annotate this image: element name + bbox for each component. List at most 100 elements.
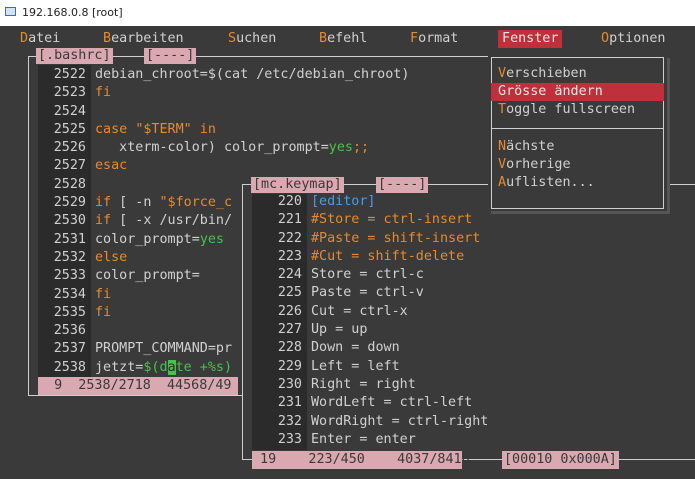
editor-line[interactable]: 2522 debian_chroot=$(cat /etc/debian_chro… <box>38 66 410 84</box>
code-token: #Store = ctrl-insert <box>311 212 473 228</box>
menuitem-label: uflisten... <box>506 175 595 190</box>
menu-hotkey: F <box>410 31 419 46</box>
editor-line[interactable]: 2526 xterm-color) color_prompt=yes;; <box>38 139 409 157</box>
menuitem-hotkey: V <box>498 157 507 172</box>
line-number: 2523 <box>53 85 86 101</box>
menu-bearbeiten[interactable]: Bearbeiten <box>103 30 184 48</box>
code-token: a <box>167 359 176 375</box>
line-number: 223 <box>277 248 302 264</box>
line-number: 228 <box>277 340 302 356</box>
editor-line[interactable]: 2524 <box>38 103 409 121</box>
code-token: [ -n <box>111 195 160 211</box>
code-token: in <box>191 121 216 137</box>
line-number: 2522 <box>53 67 86 82</box>
menu-label: ormat <box>418 31 459 46</box>
line-number: 2525 <box>53 121 86 137</box>
editor-line[interactable]: 227 Up = up <box>252 321 488 339</box>
code-token: color_prompt= <box>95 268 200 284</box>
menu-hotkey: B <box>319 31 328 46</box>
code-token: Cut = ctrl-x <box>311 303 408 319</box>
line-number: 231 <box>277 395 302 411</box>
editor-keymap-status-hex: [00010 0x000A] <box>502 451 619 469</box>
code-token: else <box>95 249 128 265</box>
menu-suchen[interactable]: Suchen <box>228 30 276 48</box>
line-number: 2526 <box>53 140 86 156</box>
code-token: Left = left <box>311 358 400 374</box>
editor-bashrc-filename[interactable]: [.bashrc] <box>36 48 113 64</box>
line-number: 225 <box>277 285 302 301</box>
line-number: 2532 <box>53 249 86 265</box>
code-token: "$force_c <box>159 195 233 211</box>
menu-fenster[interactable]: Fenster <box>498 30 563 48</box>
fenster-dropdown: Verschieben Grösse ändern Toggle fullscr… <box>488 55 667 211</box>
editor-keymap-status: 19 223/450 4037/8416 <box>252 451 470 469</box>
line-number: 232 <box>277 413 302 429</box>
editor-keymap-filename[interactable]: [mc.keymap] <box>251 177 344 193</box>
code-token: fi <box>95 85 112 101</box>
line-number: 229 <box>277 358 302 374</box>
menuitem-auflisten[interactable]: Auflisten... <box>498 174 595 192</box>
line-number: 2528 <box>53 176 86 192</box>
editor-keymap-text[interactable]: 220 [editor] 221 #Store = ctrl-insert 222 #Pa… <box>252 193 489 449</box>
menuitem-verschieben[interactable]: Verschieben <box>498 65 587 83</box>
line-number: 230 <box>277 376 302 392</box>
editor-line[interactable]: 233 Enter = enter <box>252 431 488 449</box>
code-token: Store = ctrl-c <box>311 267 424 283</box>
menubar: Datei Bearbeiten Suchen Befehl Format Fe… <box>0 29 695 48</box>
code-token: fi <box>95 286 112 302</box>
code-token: jetzt= <box>95 359 144 375</box>
line-number: 226 <box>277 303 302 319</box>
editor-line[interactable]: 228 Down = down <box>252 339 488 357</box>
editor-keymap-flags: [----] <box>376 177 429 193</box>
editor-line[interactable]: 220 [editor] <box>252 193 488 211</box>
menuitem-label: rösse ändern <box>506 84 603 99</box>
editor-line[interactable]: 230 Right = right <box>252 376 488 394</box>
menu-datei[interactable]: Datei <box>20 30 60 48</box>
menuitem-label: erschieben <box>506 66 587 81</box>
menuitem-groesse-aendern[interactable]: Grösse ändern <box>491 83 664 101</box>
line-number: 224 <box>277 267 302 283</box>
code-token: Down = down <box>311 340 400 356</box>
editor-line[interactable]: 221 #Store = ctrl-insert <box>252 211 488 229</box>
menuitem-naechste[interactable]: Nächste <box>498 138 554 156</box>
editor-line[interactable]: 222 #Paste = shift-insert <box>252 230 488 248</box>
menu-format[interactable]: Format <box>410 30 458 48</box>
line-number: 2537 <box>53 341 86 357</box>
line-number: 221 <box>277 212 302 228</box>
editor-line[interactable]: 229 Left = left <box>252 358 488 376</box>
editor-line[interactable]: 232 WordRight = ctrl-right <box>252 413 489 431</box>
menu-hotkey: B <box>103 31 112 46</box>
editor-line[interactable]: 226 Cut = ctrl-x <box>252 303 488 321</box>
editor-line[interactable]: 224 Store = ctrl-c <box>252 266 488 284</box>
menuitem-hotkey: A <box>498 175 507 190</box>
line-number: 2536 <box>53 323 86 339</box>
code-token: yes <box>328 140 353 156</box>
editor-line[interactable]: 223 #Cut = shift-delete <box>252 248 488 266</box>
code-token: Up = up <box>311 322 368 338</box>
editor-line[interactable]: 2527 esac <box>38 157 409 175</box>
menu-label: uchen <box>236 31 277 46</box>
code-token: if <box>95 213 112 229</box>
menu-befehl[interactable]: Befehl <box>319 30 367 48</box>
window-title: 192.168.0.8 [root] <box>22 6 123 19</box>
menu-hotkey: S <box>228 31 237 46</box>
editor-line[interactable]: 225 Paste = ctrl-v <box>252 284 488 302</box>
menuitem-vorherige[interactable]: Vorherige <box>498 156 571 174</box>
editor-line[interactable]: 2525 case "$TERM" in <box>38 121 409 139</box>
code-token: [editor] <box>311 194 376 209</box>
code-token: "$TERM" <box>135 121 192 137</box>
editor-line[interactable]: 231 WordLeft = ctrl-left <box>252 394 488 412</box>
menu-hotkey: D <box>20 31 29 46</box>
menuitem-label: orherige <box>506 157 571 172</box>
menu-optionen[interactable]: Optionen <box>601 30 666 48</box>
editor-line[interactable]: 2523 fi <box>38 84 409 102</box>
code-token: yes <box>199 231 224 247</box>
code-token: Right = right <box>311 376 416 392</box>
menuitem-toggle-fullscreen[interactable]: Toggle fullscreen <box>498 101 635 119</box>
line-number: 2534 <box>53 286 86 302</box>
menu-label: enster <box>510 31 559 46</box>
editor-bashrc-flags: [----] <box>144 48 197 64</box>
line-number: 2531 <box>53 231 86 247</box>
code-token: ;; <box>352 140 370 156</box>
menuitem-hotkey: N <box>498 139 507 154</box>
